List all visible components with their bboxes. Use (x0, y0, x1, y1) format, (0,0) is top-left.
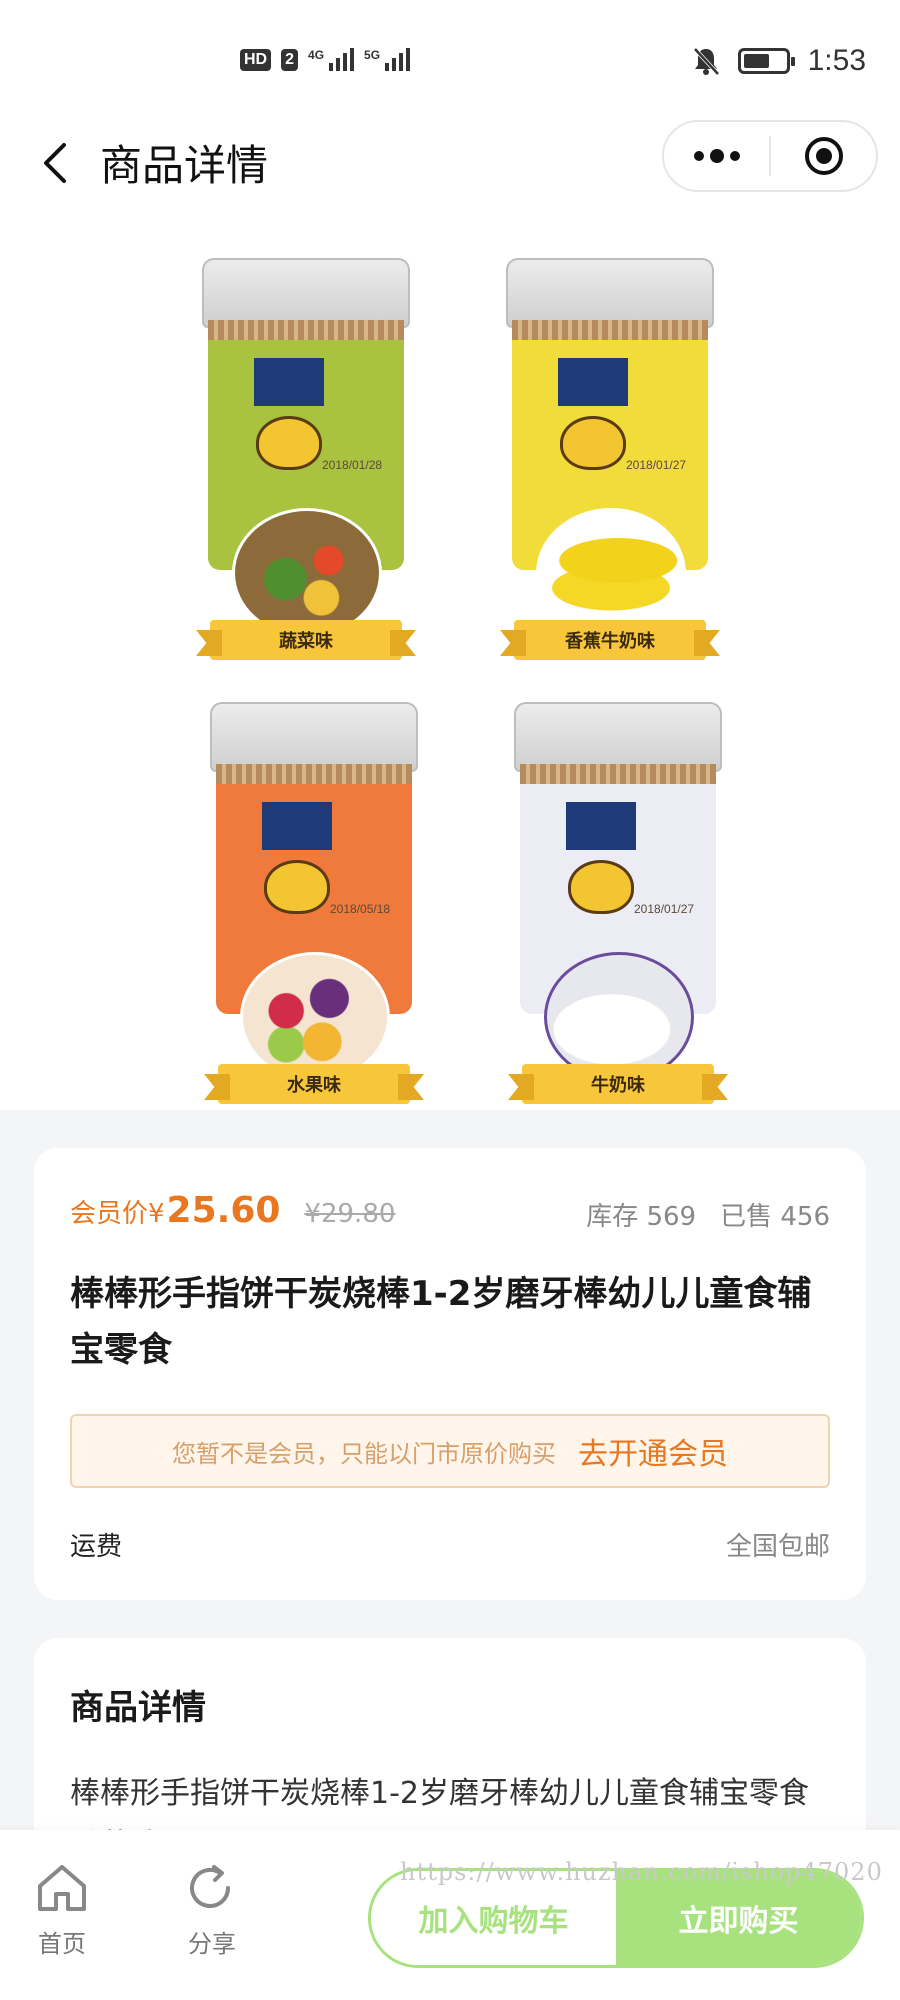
open-membership-link[interactable]: 去开通会员 (578, 1429, 728, 1473)
status-right: 1:53 (692, 44, 866, 78)
jar-vegetable: 2018/01/28 蔬菜味 (202, 258, 410, 660)
more-button[interactable] (664, 122, 769, 190)
back-button[interactable] (30, 138, 80, 188)
nav-bar: 商品详情 (0, 120, 900, 220)
share-label: 分享 (188, 1930, 236, 1958)
flavor-ribbon: 牛奶味 (522, 1064, 714, 1104)
more-dots-icon (693, 149, 740, 163)
net1-label: 4G (308, 48, 325, 62)
jar-banana-milk: 2018/01/27 香蕉牛奶味 (506, 258, 714, 660)
flavor-label: 牛奶味 (591, 1075, 645, 1096)
home-tab[interactable]: 首页 (22, 1862, 102, 1959)
share-tab[interactable]: 分享 (172, 1862, 252, 1959)
mascot-icon (560, 416, 626, 470)
share-refresh-icon (190, 1865, 230, 1908)
product-info-card: 会员价¥ 25.60 ¥29.80 库存 569 已售 456 棒棒形手指饼干炭… (34, 1148, 866, 1600)
original-price: ¥29.80 (304, 1199, 396, 1229)
status-bar: HD 2 4G 5G 1:53 (0, 0, 900, 120)
battery-icon (737, 48, 795, 74)
jar-date: 2018/01/27 (634, 902, 695, 916)
signal-4g-icon: 4G (308, 48, 355, 71)
sim-slot-badge: 2 (281, 48, 299, 71)
jar-date: 2018/05/18 (330, 902, 391, 916)
jar-date: 2018/01/28 (322, 458, 383, 472)
stock-info: 库存 569 已售 456 (586, 1196, 830, 1233)
member-price: 25.60 (166, 1190, 281, 1231)
home-icon (38, 1865, 86, 1911)
product-title: 棒棒形手指饼干炭烧棒1-2岁磨牙棒幼儿儿童食辅宝零食 (70, 1274, 812, 1370)
net2-label: 5G (364, 48, 381, 62)
shipping-row: 运费 全国包邮 (70, 1526, 830, 1563)
price-row: 会员价¥ 25.60 ¥29.80 (70, 1190, 395, 1231)
flavor-label: 香蕉牛奶味 (565, 631, 655, 652)
product-image[interactable]: 2018/01/28 蔬菜味 2018/01/27 香蕉牛奶味 2018/05/… (0, 220, 900, 1110)
chevron-left-icon (44, 143, 66, 183)
home-label: 首页 (38, 1930, 86, 1958)
shipping-label: 运费 (70, 1532, 123, 1562)
mascot-icon (264, 860, 330, 914)
bottom-action-bar: 首页 分享 加入购物车 立即购买 (0, 1830, 900, 2000)
miniapp-capsule (662, 120, 878, 192)
page-title: 商品详情 (100, 141, 269, 190)
stock-count: 库存 569 (586, 1202, 697, 1232)
jar-date: 2018/01/27 (626, 458, 687, 472)
flavor-label: 水果味 (287, 1075, 341, 1096)
signal-5g-icon: 5G (364, 48, 411, 71)
close-miniapp-button[interactable] (771, 122, 876, 190)
target-circle-icon (804, 137, 843, 175)
detail-heading: 商品详情 (70, 1688, 206, 1728)
network-indicators: HD 2 4G 5G (240, 48, 411, 71)
flavor-label: 蔬菜味 (279, 631, 333, 652)
membership-notice: 您暂不是会员，只能以门市原价购买 去开通会员 (70, 1414, 830, 1488)
mascot-icon (568, 860, 634, 914)
membership-tip: 您暂不是会员，只能以门市原价购买 (172, 1439, 556, 1468)
jar-milk: 2018/01/27 牛奶味 (514, 702, 722, 1104)
hd-badge: HD (240, 48, 272, 71)
clock: 1:53 (807, 44, 866, 77)
member-price-label: 会员价¥ (70, 1199, 165, 1229)
flavor-ribbon: 香蕉牛奶味 (514, 620, 706, 660)
mute-bell-icon (693, 47, 720, 76)
jar-fruit: 2018/05/18 水果味 (210, 702, 418, 1104)
mascot-icon (256, 416, 322, 470)
shipping-value: 全国包邮 (725, 1532, 830, 1562)
sold-count: 已售 456 (720, 1202, 830, 1232)
flavor-ribbon: 水果味 (218, 1064, 410, 1104)
watermark-text: https://www.huzhan.com/ishop47020 (400, 1858, 883, 1886)
flavor-ribbon: 蔬菜味 (210, 620, 402, 660)
